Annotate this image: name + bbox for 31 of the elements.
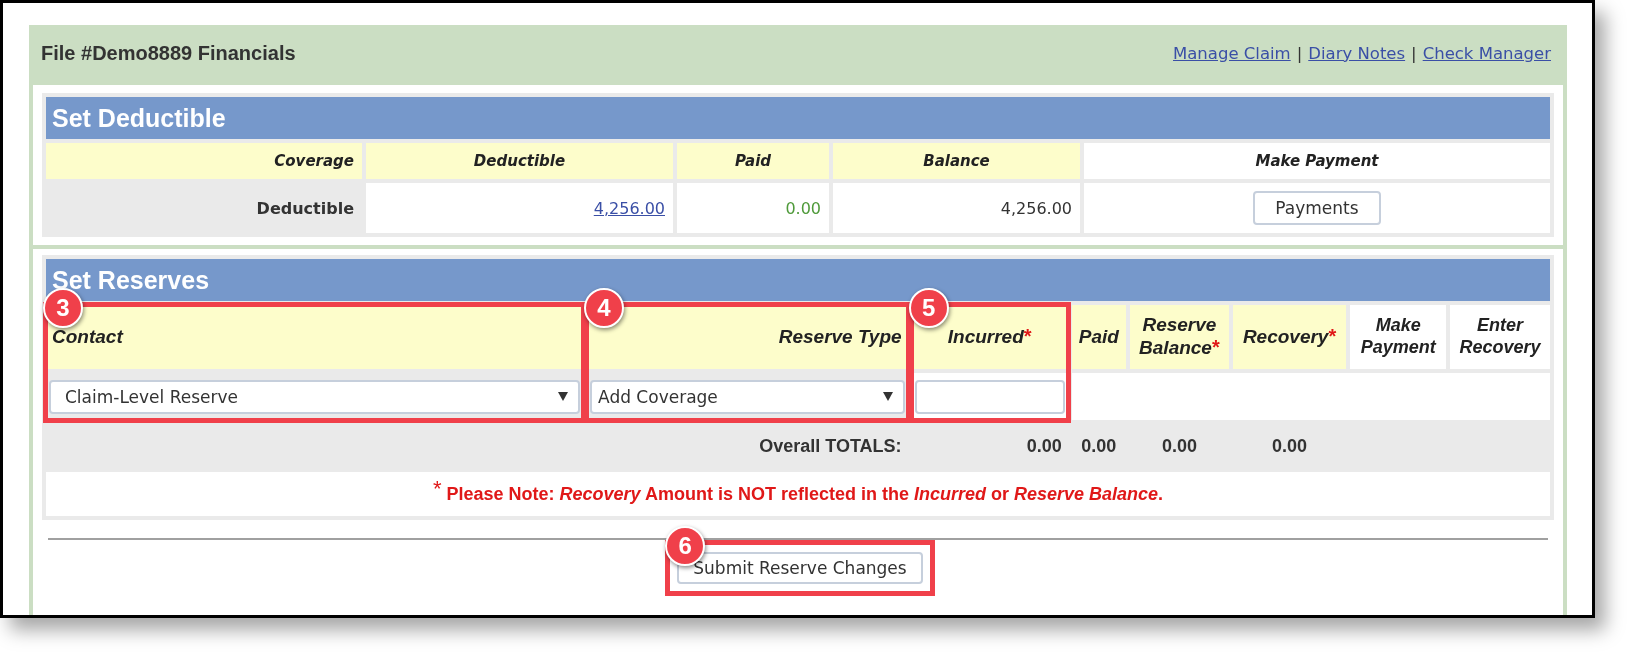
column-header: Make Payment bbox=[1350, 305, 1447, 369]
column-header: Enter Recovery bbox=[1450, 305, 1550, 369]
column-header: Paid bbox=[677, 143, 829, 179]
column-header: Paid bbox=[1071, 305, 1126, 369]
page-title: File #Demo8889 Financials bbox=[41, 41, 296, 65]
input-field[interactable] bbox=[914, 379, 1065, 414]
column-header: Make Payment bbox=[1084, 143, 1550, 179]
nav-link[interactable]: Check Manager bbox=[1422, 43, 1551, 63]
dropdown[interactable]: Claim-Level Reserve bbox=[49, 379, 581, 414]
totals-label: Overall TOTALS: bbox=[759, 435, 902, 456]
link-separator: | bbox=[1411, 43, 1417, 63]
nav-link[interactable]: Manage Claim bbox=[1173, 43, 1291, 63]
total-value: 0.00 bbox=[1272, 435, 1308, 456]
payments-button[interactable]: Payments bbox=[1253, 191, 1381, 225]
column-header: Recovery* bbox=[1232, 305, 1347, 369]
table-cell: 0.00 bbox=[677, 183, 829, 233]
section-title: Set Deductible bbox=[46, 97, 1550, 139]
total-value: 0.00 bbox=[1161, 435, 1197, 456]
caret-icon bbox=[882, 392, 893, 401]
link-separator: | bbox=[1296, 43, 1303, 63]
amount-link[interactable]: 4,256.00 bbox=[593, 198, 665, 218]
nav-link[interactable]: Diary Notes bbox=[1308, 43, 1406, 63]
column-header: Balance bbox=[833, 143, 1080, 179]
total-value: 0.00 bbox=[1026, 435, 1062, 456]
column-header: Deductible bbox=[366, 143, 673, 179]
table-cell: 4,256.00 bbox=[833, 183, 1080, 233]
total-value: 0.00 bbox=[1081, 435, 1117, 456]
column-header: Reserve Balance* bbox=[1129, 305, 1229, 369]
dropdown[interactable]: Add Coverage bbox=[590, 379, 905, 414]
column-header: Coverage bbox=[46, 143, 362, 179]
caret-icon bbox=[558, 392, 569, 401]
